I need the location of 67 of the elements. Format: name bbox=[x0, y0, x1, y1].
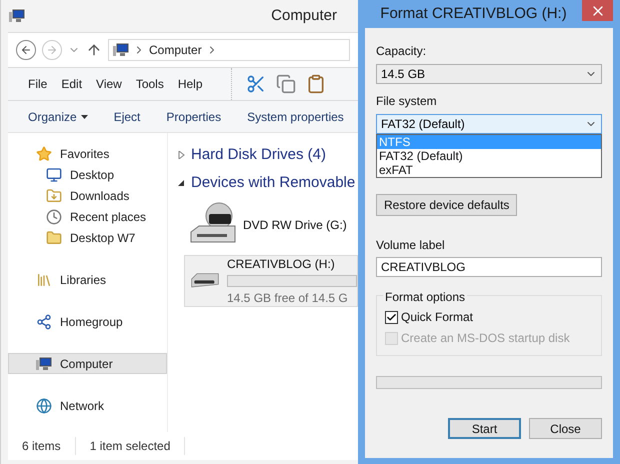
homegroup-icon bbox=[36, 314, 52, 330]
menu-item[interactable]: File bbox=[28, 75, 48, 93]
nav-item[interactable]: Favorites bbox=[8, 143, 167, 164]
clipboard-icon[interactable] bbox=[306, 74, 326, 94]
menu-item[interactable]: Help bbox=[178, 75, 203, 93]
menu-item[interactable]: Tools bbox=[136, 75, 164, 93]
command-button[interactable]: Properties bbox=[166, 108, 222, 126]
nav-item[interactable]: Libraries bbox=[8, 269, 167, 290]
drive-space: 14.5 GB free of 14.5 G bbox=[227, 290, 349, 307]
checkbox-label: Quick Format bbox=[401, 309, 474, 326]
network-icon bbox=[36, 398, 52, 414]
capacity-select[interactable]: 14.5 GB bbox=[376, 64, 602, 84]
dialog-title: Format CREATIVBLOG (H:) bbox=[379, 4, 568, 24]
dropdown-option[interactable]: exFAT bbox=[377, 163, 601, 177]
menu-item[interactable]: View bbox=[96, 75, 122, 93]
window-title: Computer bbox=[271, 6, 337, 26]
computer-icon bbox=[36, 356, 52, 370]
checkbox[interactable] bbox=[385, 310, 398, 324]
nav-item[interactable]: Computer bbox=[8, 353, 167, 374]
status-text: 6 items bbox=[8, 437, 76, 455]
restore-defaults-button[interactable]: Restore device defaults bbox=[376, 194, 518, 216]
close-button[interactable] bbox=[582, 0, 613, 21]
star-icon bbox=[36, 146, 52, 162]
copy-icon[interactable] bbox=[276, 74, 296, 94]
up-icon[interactable] bbox=[86, 42, 102, 58]
drive-name: DVD RW Drive (G:) bbox=[243, 217, 347, 234]
nav-item[interactable]: Downloads bbox=[8, 185, 167, 206]
nav-item[interactable]: Desktop bbox=[8, 164, 167, 185]
computer-icon bbox=[9, 9, 25, 23]
field-label: File system bbox=[376, 93, 438, 110]
back-icon bbox=[20, 44, 32, 56]
computer-icon bbox=[113, 43, 129, 57]
forward-icon bbox=[46, 44, 58, 56]
monitor-icon bbox=[46, 166, 62, 182]
dialog-button[interactable]: Close bbox=[529, 418, 602, 439]
status-text: 1 item selected bbox=[76, 437, 186, 455]
download-folder-icon bbox=[46, 188, 62, 204]
nav-item[interactable]: Recent places bbox=[8, 206, 167, 227]
check-icon bbox=[386, 312, 397, 322]
menu-item[interactable]: Edit bbox=[61, 75, 82, 93]
volume-label-field[interactable]: CREATIVBLOG bbox=[376, 257, 602, 277]
drive-name: CREATIVBLOG (H:) bbox=[227, 256, 336, 273]
drive-tile[interactable]: CREATIVBLOG (H:) 14.5 GB free of 14.5 G bbox=[184, 255, 358, 307]
checkbox-label: Create an MS-DOS startup disk bbox=[401, 330, 570, 347]
expanded-arrow-icon[interactable] bbox=[178, 179, 185, 187]
field-label: Capacity: bbox=[376, 43, 428, 60]
folder-icon bbox=[46, 230, 62, 246]
file-system-select[interactable]: FAT32 (Default) bbox=[376, 114, 602, 134]
command-button[interactable]: System properties bbox=[247, 108, 344, 126]
scissors-icon[interactable] bbox=[246, 74, 266, 94]
library-icon bbox=[36, 272, 52, 288]
command-button[interactable]: Eject bbox=[114, 108, 140, 126]
nav-item[interactable]: Network bbox=[8, 395, 167, 416]
command-button[interactable]: Organize bbox=[28, 108, 88, 126]
group-header: Devices with Removable bbox=[191, 172, 356, 193]
dialog-button[interactable]: Start bbox=[448, 418, 521, 439]
back-button[interactable] bbox=[16, 40, 36, 60]
field-label: Volume label bbox=[376, 237, 446, 254]
address-bar[interactable]: Computer bbox=[108, 39, 350, 61]
dropdown-option[interactable]: FAT32 (Default) bbox=[377, 149, 601, 163]
address-segment[interactable]: Computer bbox=[149, 41, 202, 59]
collapsed-arrow-icon[interactable] bbox=[178, 151, 185, 159]
nav-item[interactable]: Desktop W7 bbox=[8, 227, 167, 248]
nav-item[interactable]: Homegroup bbox=[8, 311, 167, 332]
group-header: Hard Disk Drives (4) bbox=[191, 144, 326, 165]
drive-tile[interactable]: DVD RW Drive (G:) bbox=[184, 199, 358, 251]
clock-icon bbox=[46, 208, 62, 224]
